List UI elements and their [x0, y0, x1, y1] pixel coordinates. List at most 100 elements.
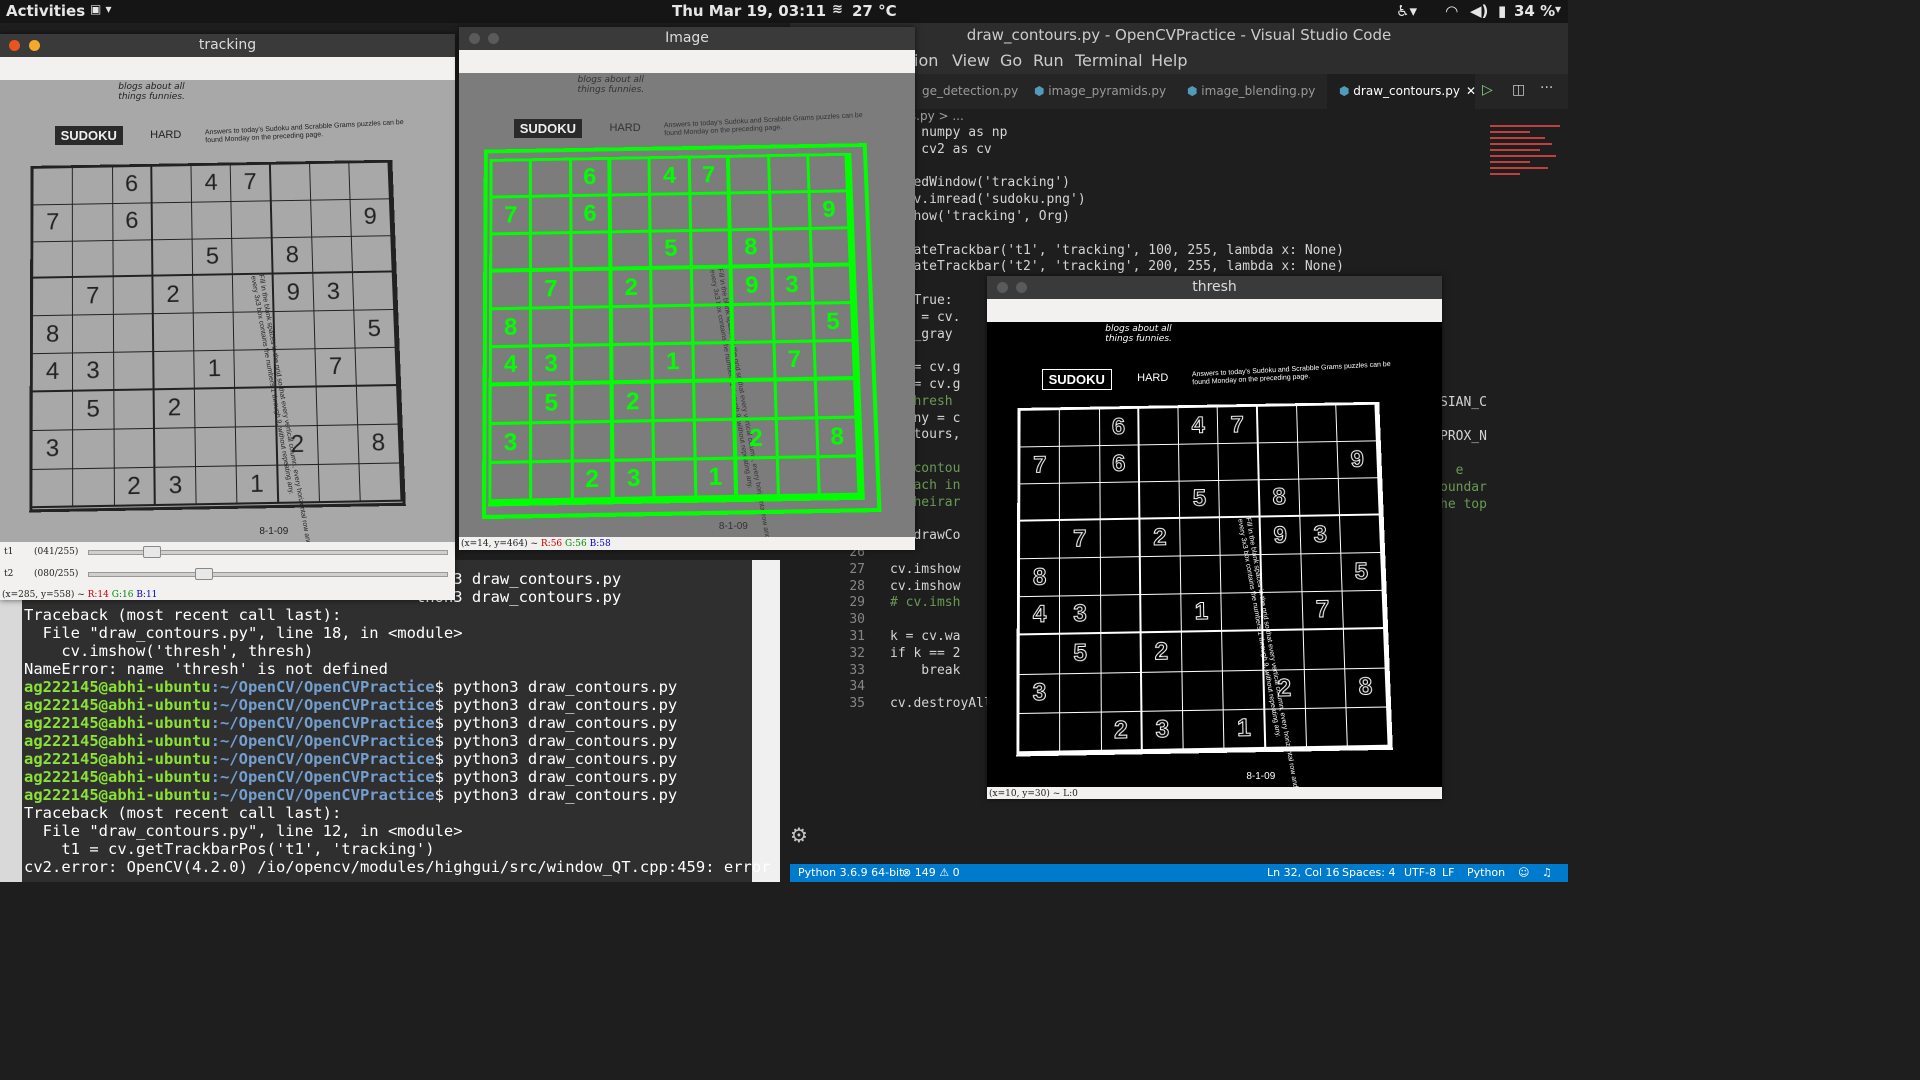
- python-interpreter[interactable]: Python 3.6.9 64-bit: [798, 866, 903, 879]
- notifications-icon[interactable]: ♫: [1542, 866, 1552, 879]
- sudoku-cell: [1178, 444, 1220, 482]
- top-panel: Activities ▣ ▾ Thu Mar 19, 03:11 ≋ 27 °C…: [0, 0, 1568, 23]
- keyboard-layout-flag[interactable]: ▣ ▾: [90, 2, 112, 16]
- sudoku-cell: [1218, 443, 1259, 482]
- tab-image-pyramids[interactable]: ⬢ image_pyramids.py: [1022, 74, 1172, 109]
- code-line[interactable]: createTrackbar('t1', 'tracking', 100, 25…: [890, 243, 1344, 260]
- sudoku-cell: 5: [72, 390, 114, 430]
- code-line[interactable]: ort cv2 as cv: [890, 142, 1344, 159]
- feedback-icon[interactable]: ☺: [1518, 866, 1529, 879]
- indentation[interactable]: Spaces: 4: [1342, 866, 1395, 879]
- cursor-position[interactable]: Ln 32, Col 16: [1267, 866, 1340, 879]
- activities-button[interactable]: Activities: [6, 2, 85, 20]
- sudoku-cell: [311, 236, 353, 274]
- run-icon[interactable]: ▷: [1482, 82, 1493, 98]
- code-line[interactable]: [890, 226, 1344, 243]
- code-line[interactable]: namedWindow('tracking'): [890, 175, 1344, 192]
- trackbar-t2[interactable]: t2 (080/255): [0, 564, 455, 584]
- sudoku-cell: [1339, 515, 1382, 555]
- menu-terminal[interactable]: Terminal: [1075, 51, 1143, 70]
- sudoku-cell: [32, 167, 73, 205]
- line-number: 29: [849, 595, 865, 611]
- terminal-line: NameError: name 'thresh' is not defined: [24, 660, 388, 678]
- split-editor-icon[interactable]: ◫: [1512, 82, 1525, 98]
- tab-image-blending[interactable]: ⬢ image_blending.py: [1175, 74, 1325, 109]
- code-line[interactable]: = cv.imread('sudoku.png'): [890, 192, 1344, 209]
- terminal-window[interactable]: thon3 draw_contours.py thon3 draw_contou…: [0, 560, 780, 882]
- battery-percent[interactable]: 34 %: [1514, 2, 1555, 20]
- tracking-window[interactable]: tracking blogs about all things funnies.…: [0, 34, 455, 600]
- terminal-line: ag222145@abhi-ubuntu:~/OpenCV/OpenCVPrac…: [24, 678, 771, 696]
- title-bar[interactable]: thresh: [987, 276, 1442, 299]
- sudoku-cell: [1179, 518, 1221, 557]
- trackbar-handle[interactable]: [143, 546, 162, 558]
- thresh-window[interactable]: thresh blogs about all things funnies. SU…: [987, 276, 1442, 799]
- minimize-icon[interactable]: [1016, 282, 1027, 293]
- accessibility-icon[interactable]: ♿▾: [1396, 2, 1417, 20]
- menu-run[interactable]: Run: [1033, 51, 1064, 70]
- line-number: 32: [849, 645, 865, 661]
- more-actions-icon[interactable]: ···: [1540, 80, 1553, 96]
- sudoku-cell: 9: [1337, 441, 1379, 480]
- close-icon[interactable]: [469, 33, 480, 44]
- sudoku-cell: 2: [1100, 711, 1143, 752]
- encoding[interactable]: UTF-8: [1404, 866, 1436, 879]
- code-line[interactable]: imshow('tracking', Org): [890, 209, 1344, 226]
- close-icon[interactable]: [997, 282, 1008, 293]
- terminal-line: ag222145@abhi-ubuntu:~/OpenCV/OpenCVPrac…: [24, 786, 771, 804]
- close-icon[interactable]: ✕: [1466, 84, 1476, 98]
- trackbar-groove[interactable]: [88, 550, 448, 555]
- sudoku-cell: 8: [32, 315, 73, 354]
- minimap[interactable]: [1490, 125, 1560, 225]
- menu-go[interactable]: Go: [1000, 51, 1022, 70]
- system-menu-icon[interactable]: ▾: [1555, 2, 1561, 16]
- sudoku-cell: 2: [276, 425, 319, 465]
- status-bar: Python 3.6.9 64-bit ⊗ 149 ⚠ 0 Ln 32, Col…: [790, 864, 1568, 882]
- code-line[interactable]: ort numpy as np: [890, 125, 1344, 142]
- sudoku-cell: 7: [1019, 446, 1060, 485]
- close-icon[interactable]: [9, 40, 20, 51]
- sudoku-cell: [235, 387, 277, 427]
- prompt-user: ag222145@abhi-ubuntu: [24, 714, 211, 732]
- tab-edge-detection[interactable]: ge_detection.py: [910, 74, 1020, 109]
- trackbar-t1[interactable]: t1 (041/255): [0, 542, 455, 562]
- language-mode[interactable]: Python: [1467, 866, 1505, 879]
- menu-help[interactable]: Help: [1151, 51, 1187, 70]
- trackbar-groove[interactable]: [88, 572, 448, 577]
- title-bar[interactable]: tracking: [0, 34, 455, 57]
- sudoku-cell: [1342, 591, 1385, 631]
- sudoku-cell: [1221, 593, 1263, 633]
- clock[interactable]: Thu Mar 19, 03:11: [672, 2, 826, 20]
- settings-gear-icon[interactable]: ⚙: [790, 823, 808, 847]
- trackbar-handle[interactable]: [195, 568, 214, 580]
- terminal-output[interactable]: thon3 draw_contours.py thon3 draw_contou…: [24, 570, 771, 876]
- battery-icon[interactable]: ▮: [1498, 2, 1506, 20]
- readout-g: G:16: [111, 590, 134, 600]
- sudoku-cell: [1300, 554, 1343, 593]
- volume-icon[interactable]: ◀): [1470, 2, 1488, 20]
- minimize-icon[interactable]: [29, 40, 40, 51]
- menu-selection[interactable]: ion: [914, 51, 938, 70]
- weather-temp[interactable]: 27 °C: [852, 2, 897, 20]
- sudoku-date: 8-1-09: [718, 520, 748, 532]
- problems-count[interactable]: ⊗ 149 ⚠ 0: [902, 866, 960, 879]
- tab-draw-contours[interactable]: ⬢ draw_contours.py ✕: [1327, 74, 1476, 109]
- sudoku-cell: [232, 237, 273, 276]
- sudoku-date: 8-1-09: [1246, 770, 1276, 782]
- code-line[interactable]: createTrackbar('t2', 'tracking', 200, 25…: [890, 259, 1344, 276]
- image-window[interactable]: Image blogs about all things funnies. SUD…: [459, 27, 915, 550]
- code-line[interactable]: [890, 159, 1344, 176]
- sudoku-heading: SUDOKU: [54, 126, 123, 146]
- minimize-icon[interactable]: [488, 33, 499, 44]
- sudoku-cell: [72, 314, 114, 354]
- sudoku-cell: [152, 202, 193, 240]
- sudoku-cell: [1222, 631, 1264, 672]
- title-bar[interactable]: Image: [459, 27, 915, 50]
- eol[interactable]: LF: [1442, 866, 1454, 879]
- menu-view[interactable]: View: [952, 51, 990, 70]
- sudoku-cell: [1059, 558, 1101, 597]
- wifi-icon[interactable]: ◠: [1446, 2, 1458, 20]
- readout-b: B:58: [589, 539, 611, 549]
- sudoku-cell: 4: [32, 353, 73, 392]
- sudoku-cell: [1343, 629, 1386, 669]
